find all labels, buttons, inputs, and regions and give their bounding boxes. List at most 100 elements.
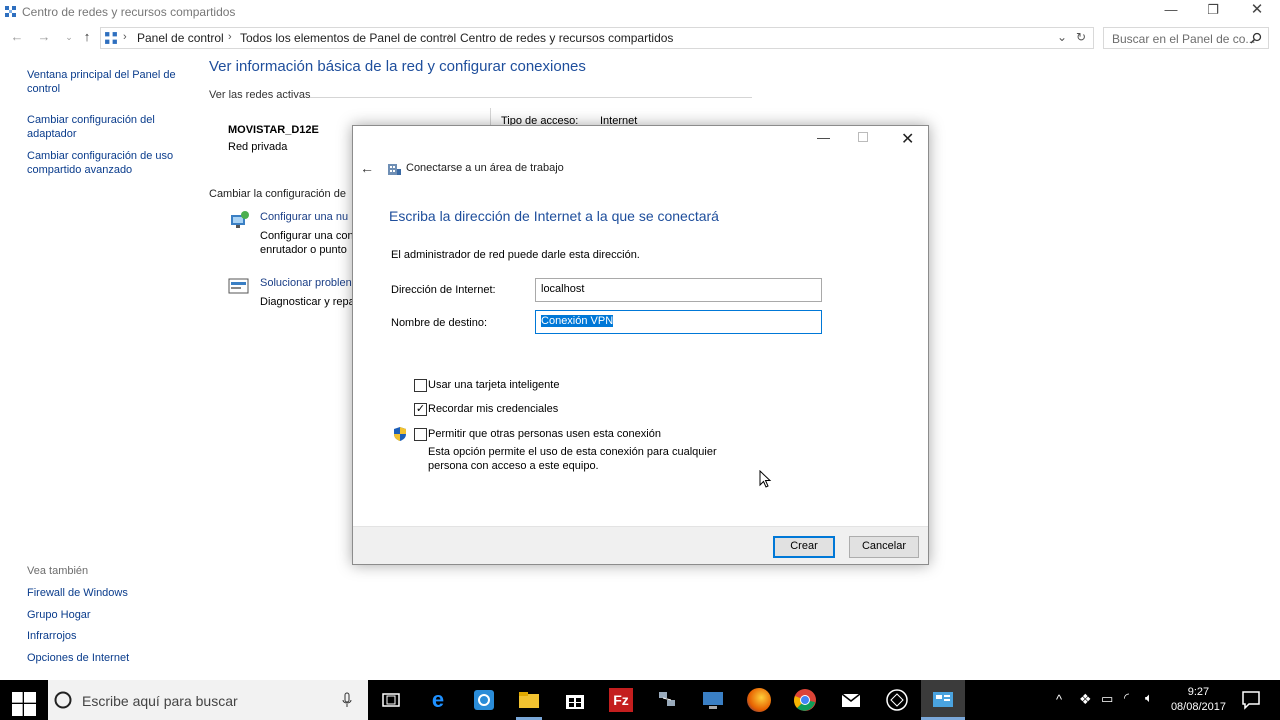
connect-workplace-dialog: — ✕ ← Conectarse a un área de trabajo Es… <box>352 125 929 565</box>
cancel-button[interactable]: Cancelar <box>849 536 919 558</box>
tray-chevron-icon[interactable]: ^ <box>1056 692 1062 707</box>
breadcrumb-separator-icon: › <box>123 31 127 43</box>
sidebar-link-sharing[interactable]: Cambiar configuración de uso compartido … <box>27 149 197 177</box>
back-arrow-icon[interactable]: ← <box>8 29 26 47</box>
task-desc: Configurar una con <box>260 230 354 242</box>
destination-value-selected: onexión VPN <box>548 315 614 327</box>
network-app-icon[interactable] <box>655 688 679 712</box>
internet-address-input[interactable]: localhost <box>535 278 822 302</box>
network-center-icon <box>5 6 16 17</box>
task-setup-connection-link[interactable]: Configurar una nu <box>260 211 348 223</box>
minimize-button[interactable]: — <box>1148 0 1194 22</box>
dialog-info-text: El administrador de red puede darle esta… <box>391 249 640 261</box>
address-row: ← → ⌄ ↑ › Panel de control › Todos los e… <box>0 25 1280 51</box>
address-dropdown-icon[interactable]: ⌄ <box>1057 30 1067 44</box>
breadcrumb-separator-icon: › <box>448 31 452 43</box>
volume-icon[interactable]: 🔈︎ <box>1145 690 1153 706</box>
recent-chevron-icon[interactable]: ⌄ <box>60 29 78 47</box>
forward-arrow-icon[interactable]: → <box>35 29 53 47</box>
taskbar-search-text: Escribe aquí para buscar <box>82 693 238 709</box>
wifi-icon[interactable]: ◜ <box>1124 690 1129 706</box>
sidebar-link-line: control <box>27 83 61 95</box>
action-center-icon[interactable] <box>1239 688 1263 712</box>
address-label: Dirección de Internet: <box>391 284 496 296</box>
search-placeholder: Buscar en el Panel de co... <box>1112 32 1256 46</box>
tray-clock[interactable]: 9:27 08/08/2017 <box>1171 685 1226 715</box>
mail-icon[interactable] <box>839 688 863 712</box>
troubleshoot-icon <box>228 278 249 294</box>
windows-start-icon[interactable] <box>12 692 36 716</box>
see-also-homegroup[interactable]: Grupo Hogar <box>27 608 91 622</box>
filezilla-icon[interactable]: Fz <box>609 688 633 712</box>
breadcrumb-separator-icon: › <box>228 31 232 43</box>
app-icon[interactable] <box>885 688 909 712</box>
taskbar-search-box[interactable]: Escribe aquí para buscar <box>48 680 368 720</box>
new-connection-icon <box>231 211 249 228</box>
internet-address-value: localhost <box>541 283 585 295</box>
sidebar-link-adapter[interactable]: Cambiar configuración del adaptador <box>27 113 197 141</box>
sidebar-link-line: adaptador <box>27 128 77 140</box>
see-also-firewall[interactable]: Firewall de Windows <box>27 586 128 600</box>
control-panel-taskbar-icon[interactable] <box>931 688 955 712</box>
file-explorer-icon[interactable] <box>517 688 541 712</box>
dialog-close-button[interactable]: ✕ <box>901 129 914 149</box>
up-arrow-icon[interactable]: ↑ <box>78 29 96 47</box>
microphone-icon <box>342 692 352 707</box>
uac-shield-icon <box>394 427 406 441</box>
task-troubleshoot-link[interactable]: Solucionar problen <box>260 277 352 289</box>
dialog-heading: Escriba la dirección de Internet a la qu… <box>389 208 719 224</box>
remember-credentials-label[interactable]: Recordar mis credenciales <box>428 403 558 415</box>
workplace-icon <box>388 164 401 175</box>
dialog-minimize-button[interactable]: — <box>817 130 830 145</box>
task-view-icon[interactable] <box>379 688 403 712</box>
address-bar[interactable]: › Panel de control › Todos los elementos… <box>100 27 1094 49</box>
create-button[interactable]: Crear <box>773 536 835 558</box>
mouse-cursor-icon <box>759 470 772 488</box>
destination-name-input[interactable]: Conexión VPN <box>535 310 822 334</box>
clock-date: 08/08/2017 <box>1170 701 1226 713</box>
see-also-label: Vea también <box>27 565 89 577</box>
dialog-back-arrow-icon[interactable]: ← <box>360 160 374 176</box>
see-also-internet-options[interactable]: Opciones de Internet <box>27 651 129 665</box>
window-title: Centro de redes y recursos compartidos <box>22 5 236 19</box>
dialog-maximize-button <box>858 132 868 142</box>
battery-icon[interactable]: ▭ <box>1101 691 1113 707</box>
smartcard-checkbox[interactable] <box>414 379 427 392</box>
remember-credentials-checkbox[interactable]: ✓ <box>414 403 427 416</box>
cortana-icon <box>54 691 72 709</box>
firefox-icon[interactable] <box>747 688 771 712</box>
sidebar-link-line: Cambiar configuración del <box>27 114 155 126</box>
active-networks-label: Ver las redes activas <box>209 89 311 101</box>
breadcrumb-item[interactable]: Centro de redes y recursos compartidos <box>460 31 673 45</box>
breadcrumb-item[interactable]: Panel de control <box>137 31 224 45</box>
control-panel-icon <box>105 32 117 44</box>
taskbar: Escribe aquí para buscar e Fz ^ ❖ ▭ ◜ 🔈︎… <box>0 680 1280 720</box>
sidebar-link-main-panel[interactable]: Ventana principal del Panel de control <box>27 68 197 96</box>
allow-others-desc: persona con acceso a este equipo. <box>428 460 599 472</box>
task-desc: Diagnosticar y repa <box>260 296 355 308</box>
close-button[interactable]: ✕ <box>1234 0 1280 22</box>
app-icon[interactable] <box>472 688 496 712</box>
network-name: MOVISTAR_D12E <box>228 124 319 136</box>
destination-value-prefix: C <box>541 315 549 327</box>
remote-desktop-icon[interactable] <box>701 688 725 712</box>
divider <box>310 97 752 98</box>
see-also-infrared[interactable]: Infrarrojos <box>27 629 77 643</box>
search-input[interactable]: Buscar en el Panel de co... <box>1103 27 1269 49</box>
chrome-icon[interactable] <box>793 688 817 712</box>
refresh-icon[interactable]: ↻ <box>1076 30 1086 44</box>
restore-button[interactable]: ❐ <box>1190 0 1236 22</box>
search-icon <box>1250 32 1262 44</box>
smartcard-label[interactable]: Usar una tarjeta inteligente <box>428 379 559 391</box>
dialog-title: Conectarse a un área de trabajo <box>406 162 564 174</box>
sidebar-link-line: Ventana principal del Panel de <box>27 69 176 81</box>
destination-label: Nombre de destino: <box>391 317 487 329</box>
dropbox-icon[interactable]: ❖ <box>1079 691 1092 708</box>
breadcrumb-item[interactable]: Todos los elementos de Panel de control <box>240 31 456 45</box>
allow-others-label[interactable]: Permitir que otras personas usen esta co… <box>428 428 661 440</box>
network-type: Red privada <box>228 141 288 153</box>
edge-icon[interactable]: e <box>426 688 450 712</box>
allow-others-checkbox[interactable] <box>414 428 427 441</box>
store-icon[interactable] <box>563 688 587 712</box>
change-config-label: Cambiar la configuración de <box>209 188 346 200</box>
